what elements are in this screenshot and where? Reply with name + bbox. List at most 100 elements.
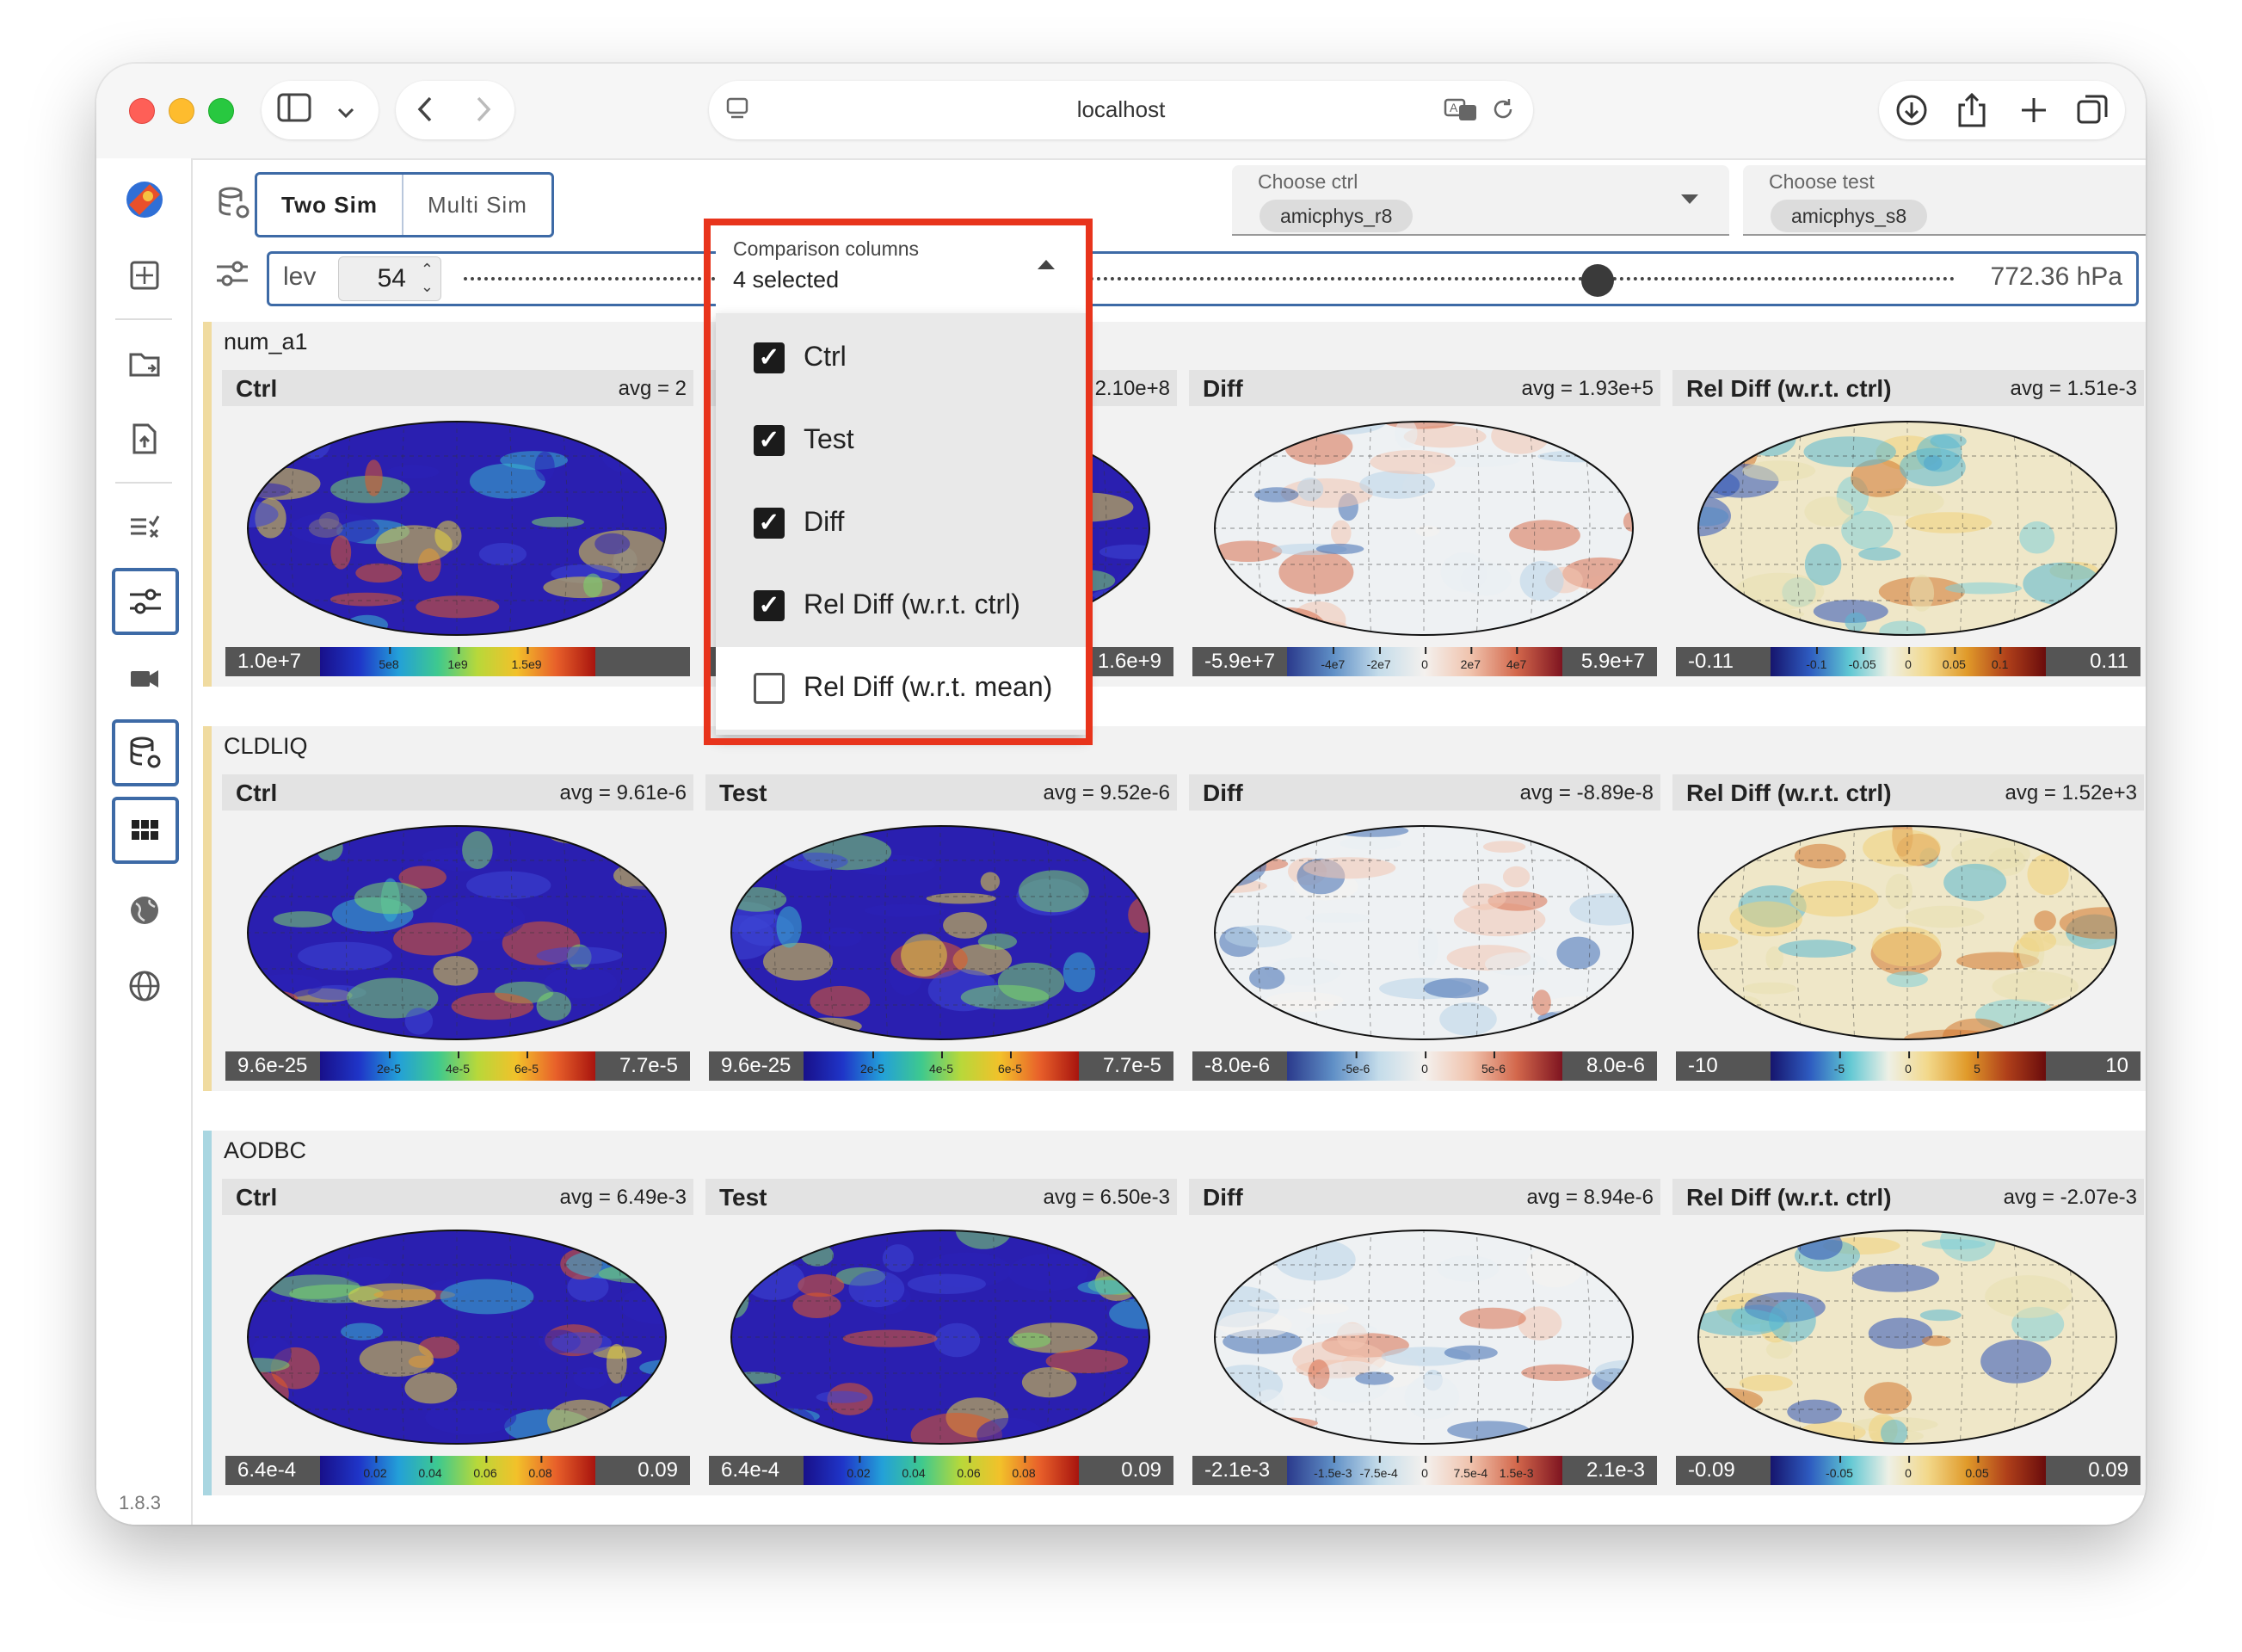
folder-sync-icon[interactable] bbox=[114, 332, 176, 394]
grid-icon[interactable] bbox=[112, 797, 179, 864]
colorbar-tick: 0.06 bbox=[957, 1456, 981, 1480]
lev-slider-thumb[interactable] bbox=[1580, 264, 1614, 297]
plot-average: avg = 1.52e+3 bbox=[2005, 781, 2137, 804]
plot-card[interactable]: Rel Diff (w.r.t. ctrl) avg = 1.51e-3 -0.1-… bbox=[1672, 370, 2144, 676]
lev-input[interactable]: 54 ⌃ ⌄ bbox=[338, 256, 441, 301]
colorbar-gradient: -4e7 -2e7 0 2e7 4e7 bbox=[1287, 647, 1562, 676]
app-logo-icon[interactable] bbox=[114, 169, 176, 231]
plot-card[interactable]: Rel Diff (w.r.t. ctrl) avg = -2.07e-3 -0.0… bbox=[1672, 1179, 2144, 1485]
colorbar-min: 9.6e-25 bbox=[237, 1054, 308, 1077]
plot-card[interactable]: Ctrl avg = 6.49e-3 0.02 0.04 0.06 0.08 6.4e-4 0… bbox=[222, 1179, 693, 1485]
colorbar-max: 0.09 bbox=[637, 1458, 678, 1482]
tune-icon bbox=[213, 255, 251, 297]
choose-ctrl-label: Choose ctrl bbox=[1258, 170, 1358, 193]
colorbar-tick: -0.1 bbox=[1806, 647, 1827, 671]
colorbar-tick: 7.5e-4 bbox=[1453, 1456, 1488, 1480]
colorbar-min: -5.9e+7 bbox=[1204, 650, 1276, 673]
colorbar-max: 7.7e-5 bbox=[619, 1054, 678, 1077]
chevron-down-icon[interactable] bbox=[336, 96, 356, 131]
plot-card[interactable]: Diff avg = -8.89e-8 -5e-6 0 5e-6 -8.0e-6 8.0e-… bbox=[1189, 774, 1660, 1081]
world-map-plot[interactable] bbox=[246, 824, 668, 1041]
plot-card[interactable]: Rel Diff (w.r.t. ctrl) avg = 1.52e+3 -5 0 5-… bbox=[1672, 774, 2144, 1081]
world-map-plot[interactable] bbox=[730, 824, 1151, 1041]
world-map-plot[interactable] bbox=[1213, 824, 1635, 1041]
colorbar-tick: 2e7 bbox=[1460, 647, 1481, 671]
sliders-icon[interactable] bbox=[112, 568, 179, 635]
world-map-plot[interactable] bbox=[1697, 420, 2118, 637]
colorbar: -4e7 -2e7 0 2e7 4e7 -5.9e+7 5.9e+7 bbox=[1192, 647, 1657, 676]
multi-sim-button[interactable]: Multi Sim bbox=[401, 175, 551, 235]
database-settings-icon[interactable] bbox=[112, 719, 179, 786]
colorbar-max: 2.1e-3 bbox=[1586, 1458, 1645, 1482]
layout-icon[interactable] bbox=[114, 244, 176, 306]
colorbar-min: -10 bbox=[1688, 1054, 1718, 1077]
address-bar[interactable]: localhost A bbox=[709, 81, 1533, 139]
colorbar-tick: 0 bbox=[1905, 1051, 1912, 1076]
ctrl-chip[interactable]: amicphys_r8 bbox=[1260, 200, 1414, 232]
app-version: 1.8.3 bbox=[119, 1492, 161, 1513]
svg-text:A: A bbox=[1450, 101, 1458, 114]
new-tab-icon[interactable] bbox=[2017, 93, 2051, 132]
plot-average: avg = 6.49e-3 bbox=[559, 1186, 687, 1209]
test-chip[interactable]: amicphys_s8 bbox=[1771, 200, 1928, 232]
file-upload-icon[interactable] bbox=[114, 408, 176, 470]
zoom-window-button[interactable] bbox=[208, 98, 234, 124]
stepper-icon[interactable]: ⌃ ⌄ bbox=[421, 261, 434, 295]
forward-icon[interactable] bbox=[470, 95, 496, 132]
colorbar-max: 8.0e-6 bbox=[1586, 1054, 1645, 1077]
colorbar-tick: 0 bbox=[1421, 647, 1428, 671]
colorbar-tick: -0.05 bbox=[1848, 647, 1876, 671]
colorbar-tick: 5e-6 bbox=[1481, 1051, 1506, 1076]
choose-test-select[interactable]: Choose test amicphys_s8 bbox=[1743, 165, 2146, 236]
back-icon[interactable] bbox=[413, 95, 439, 132]
world-map-plot[interactable] bbox=[246, 420, 668, 637]
plot-average: avg = 6.50e-3 bbox=[1043, 1186, 1170, 1209]
plot-card[interactable]: Test avg = 6.50e-3 0.02 0.04 0.06 0.08 6.4e-4 0… bbox=[705, 1179, 1177, 1485]
colorbar-max: 0.09 bbox=[2088, 1458, 2128, 1482]
globe-filled-icon[interactable] bbox=[114, 879, 176, 941]
sidebar-icon[interactable] bbox=[277, 93, 311, 130]
colorbar-tick: 0.04 bbox=[418, 1456, 442, 1480]
colorbar-min: -0.11 bbox=[1688, 650, 1734, 673]
world-map-plot[interactable] bbox=[1697, 824, 2118, 1041]
plot-card[interactable]: Diff avg = 8.94e-6 -1.5e-3 -7.5e-4 0 7.5e-4 1.… bbox=[1189, 1179, 1660, 1485]
plot-card[interactable]: Ctrl avg = 2 5e8 1e9 1.5e9 1.0e+7 bbox=[222, 370, 693, 676]
close-window-button[interactable] bbox=[129, 98, 155, 124]
colorbar-max: 10 bbox=[2105, 1054, 2128, 1077]
world-map-plot[interactable] bbox=[246, 1229, 668, 1446]
globe-icon[interactable] bbox=[114, 955, 176, 1017]
plot-card[interactable]: Test avg = 9.52e-6 2e-5 4e-5 6e-5 9.6e-25 7.7e… bbox=[705, 774, 1177, 1081]
plot-card[interactable]: Ctrl avg = 9.61e-6 2e-5 4e-5 6e-5 9.6e-25 7.7e… bbox=[222, 774, 693, 1081]
lev-slider-track[interactable] bbox=[464, 277, 1956, 284]
camera-icon[interactable] bbox=[114, 647, 176, 709]
plot-title: Diff bbox=[1203, 1184, 1243, 1211]
download-icon[interactable] bbox=[1894, 93, 1929, 132]
share-icon[interactable] bbox=[1955, 91, 1989, 133]
plot-card[interactable]: Diff avg = 1.93e+5 -4e7 -2e7 0 2e7 4e7 -5.9e+7 5… bbox=[1189, 370, 1660, 676]
world-map-plot[interactable] bbox=[1213, 420, 1635, 637]
world-map-plot[interactable] bbox=[1213, 1229, 1635, 1446]
lev-value: 54 bbox=[377, 264, 406, 293]
reload-icon[interactable] bbox=[1490, 96, 1516, 126]
two-sim-button[interactable]: Two Sim bbox=[257, 175, 402, 235]
plot-average: avg = 2 bbox=[618, 377, 687, 400]
colorbar-max: 5.9e+7 bbox=[1580, 650, 1645, 673]
comparison-grid: num_a1 Ctrl avg = 2 5e8 1e9 1.5e9 1.0e+7 avg = … bbox=[193, 322, 2146, 1525]
translate-icon[interactable]: A bbox=[1444, 96, 1478, 126]
colorbar-max: 1.6e+9 bbox=[1097, 650, 1161, 673]
colorbar: -5 0 5 -10 10 bbox=[1676, 1051, 2140, 1081]
choose-ctrl-select[interactable]: Choose ctrl amicphys_r8 bbox=[1232, 165, 1729, 236]
minimize-window-button[interactable] bbox=[169, 98, 194, 124]
colorbar-tick: -4e7 bbox=[1321, 647, 1346, 671]
colorbar-tick: 0.1 bbox=[1991, 647, 2009, 671]
chevron-down-icon bbox=[1681, 194, 1698, 204]
colorbar-gradient: -5 0 5 bbox=[1771, 1051, 2046, 1081]
colorbar-tick: -1.5e-3 bbox=[1314, 1456, 1352, 1480]
list-check-icon[interactable] bbox=[114, 496, 176, 558]
level-slider-row: lev 54 ⌃ ⌄ 772.36 hPa bbox=[193, 246, 2146, 315]
world-map-plot[interactable] bbox=[730, 1229, 1151, 1446]
colorbar-tick: 0.02 bbox=[363, 1456, 387, 1480]
tabs-icon[interactable] bbox=[2075, 93, 2110, 132]
world-map-plot[interactable] bbox=[1697, 1229, 2118, 1446]
plot-header: Rel Diff (w.r.t. ctrl) avg = 1.51e-3 bbox=[1672, 370, 2144, 406]
